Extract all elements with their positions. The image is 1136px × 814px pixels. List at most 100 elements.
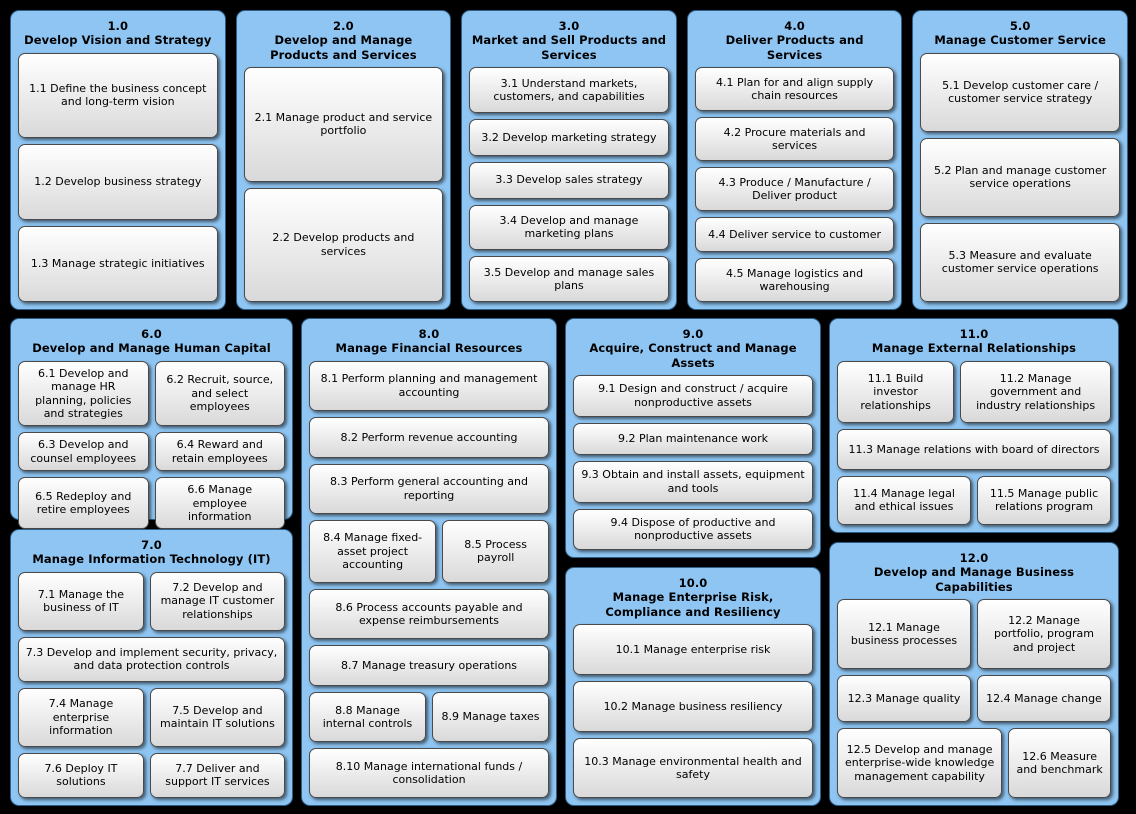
process-label: 1.2 Develop business strategy [34, 175, 202, 189]
category-number: 7.0 [141, 538, 162, 552]
category-number: 9.0 [682, 327, 704, 341]
process-box-10-3[interactable]: 10.3 Manage environmental health and saf… [573, 738, 813, 798]
category-panel-12[interactable]: 12.0 Develop and Manage Business Capabil… [829, 542, 1119, 806]
category-header-7: 7.0 Manage Information Technology (IT) [18, 535, 285, 572]
process-box-7-3[interactable]: 7.3 Develop and implement security, priv… [18, 636, 285, 682]
process-box-8-5[interactable]: 8.5 Process payroll [442, 519, 549, 584]
process-row: 4.3 Produce / Manufacture / Deliver prod… [694, 167, 895, 211]
category-header-8: 8.0 Manage Financial Resources [309, 324, 549, 361]
process-box-5-2[interactable]: 5.2 Plan and manage customer service ope… [920, 137, 1120, 217]
category-panel-10[interactable]: 10.0 Manage Enterprise Risk, Compliance … [565, 567, 821, 806]
category-title: Deliver Products and Services [725, 33, 864, 62]
process-label: 7.7 Deliver and support IT services [165, 761, 270, 789]
category-header-5: 5.0 Manage Customer Service [920, 16, 1120, 53]
process-row: 10.2 Manage business resiliency [573, 681, 813, 733]
process-box-8-4[interactable]: 8.4 Manage fixed-asset project accountin… [309, 519, 437, 584]
management-column-financial: 8.0 Manage Financial Resources 8.1 Perfo… [301, 318, 557, 806]
process-box-4-2[interactable]: 4.2 Procure materials and services [694, 117, 895, 161]
process-box-9-3[interactable]: 9.3 Obtain and install assets, equipment… [573, 461, 813, 503]
process-box-3-5[interactable]: 3.5 Develop and manage sales plans [469, 256, 669, 303]
process-label: 5.1 Develop customer care / customer ser… [942, 78, 1099, 106]
process-box-6-6[interactable]: 6.6 Manage employee information [154, 477, 285, 530]
category-panel-5[interactable]: 5.0 Manage Customer Service 5.1 Develop … [912, 10, 1128, 310]
process-box-8-7[interactable]: 8.7 Manage treasury operations [309, 645, 549, 687]
process-box-6-4[interactable]: 6.4 Reward and retain employees [154, 432, 285, 472]
category-panel-3[interactable]: 3.0 Market and Sell Products and Service… [461, 10, 677, 310]
process-box-12-4[interactable]: 12.4 Manage change [977, 674, 1111, 723]
process-box-7-6[interactable]: 7.6 Deploy IT solutions [18, 752, 144, 798]
process-box-8-2[interactable]: 8.2 Perform revenue accounting [309, 416, 549, 458]
process-box-11-2[interactable]: 11.2 Manage government and industry rela… [960, 360, 1111, 424]
process-box-11-4[interactable]: 11.4 Manage legal and ethical issues [837, 475, 971, 525]
category-panel-11[interactable]: 11.0 Manage External Relationships 11.1 … [829, 318, 1119, 533]
category-panel-4[interactable]: 4.0 Deliver Products and Services 4.1 Pl… [686, 10, 903, 310]
process-box-4-3[interactable]: 4.3 Produce / Manufacture / Deliver prod… [694, 167, 895, 211]
category-title: Develop and Manage Products and Services [270, 33, 417, 62]
process-box-6-5[interactable]: 6.5 Redeploy and retire employees [18, 477, 149, 530]
process-box-11-3[interactable]: 11.3 Manage relations with board of dire… [837, 429, 1111, 470]
process-label: 12.4 Manage change [986, 691, 1102, 705]
process-box-7-2[interactable]: 7.2 Develop and manage IT customer relat… [149, 571, 285, 631]
process-row: 7.4 Manage enterprise information 7.5 De… [18, 687, 285, 747]
process-box-12-6[interactable]: 12.6 Measure and benchmark [1008, 728, 1111, 799]
process-box-11-1[interactable]: 11.1 Build investor relationships [837, 360, 955, 424]
process-box-9-2[interactable]: 9.2 Plan maintenance work [573, 422, 813, 456]
process-box-3-3[interactable]: 3.3 Develop sales strategy [469, 161, 669, 199]
category-panel-6[interactable]: 6.0 Develop and Manage Human Capital 6.1… [10, 318, 293, 530]
process-box-2-1[interactable]: 2.1 Manage product and service portfolio [243, 67, 444, 182]
category-header-4: 4.0 Deliver Products and Services [695, 16, 895, 67]
category-panel-7[interactable]: 7.0 Manage Information Technology (IT) 7… [10, 529, 293, 806]
process-box-4-1[interactable]: 4.1 Plan for and align supply chain reso… [694, 67, 895, 112]
process-box-12-3[interactable]: 12.3 Manage quality [837, 674, 971, 723]
process-label: 3.4 Develop and manage marketing plans [499, 214, 639, 241]
process-box-10-2[interactable]: 10.2 Manage business resiliency [573, 681, 813, 733]
category-body-9: 9.1 Design and construct / acquire nonpr… [573, 375, 813, 550]
process-box-6-3[interactable]: 6.3 Develop and counsel employees [18, 432, 149, 472]
process-box-1-3[interactable]: 1.3 Manage strategic initiatives [18, 225, 218, 302]
process-box-7-1[interactable]: 7.1 Manage the business of IT [18, 571, 144, 631]
process-box-7-7[interactable]: 7.7 Deliver and support IT services [149, 752, 285, 798]
process-box-8-10[interactable]: 8.10 Manage international funds / consol… [309, 748, 549, 799]
process-box-1-1[interactable]: 1.1 Define the business concept and long… [18, 52, 218, 138]
process-box-8-1[interactable]: 8.1 Perform planning and management acco… [309, 360, 549, 411]
process-box-9-1[interactable]: 9.1 Design and construct / acquire nonpr… [573, 375, 813, 417]
process-box-9-4[interactable]: 9.4 Dispose of productive and nonproduct… [573, 508, 813, 550]
process-box-3-2[interactable]: 3.2 Develop marketing strategy [469, 118, 669, 156]
process-box-1-2[interactable]: 1.2 Develop business strategy [18, 143, 218, 220]
process-box-6-2[interactable]: 6.2 Recruit, source, and select employee… [154, 360, 285, 427]
category-title: Manage Information Technology (IT) [32, 552, 271, 567]
process-label: 3.5 Develop and manage sales plans [483, 265, 655, 293]
category-panel-2[interactable]: 2.0 Develop and Manage Products and Serv… [235, 10, 452, 310]
process-box-6-1[interactable]: 6.1 Develop and manage HR planning, poli… [18, 360, 149, 427]
category-panel-1[interactable]: 1.0 Develop Vision and Strategy 1.1 Defi… [10, 10, 226, 310]
process-box-3-4[interactable]: 3.4 Develop and manage marketing plans [469, 204, 669, 251]
process-box-8-3[interactable]: 8.3 Perform general accounting and repor… [309, 463, 549, 514]
process-box-12-1[interactable]: 12.1 Manage business processes [837, 599, 971, 669]
process-box-12-5[interactable]: 12.5 Develop and manage enterprise-wide … [837, 728, 1003, 799]
process-box-4-5[interactable]: 4.5 Manage logistics and warehousing [694, 258, 895, 302]
category-panel-8[interactable]: 8.0 Manage Financial Resources 8.1 Perfo… [301, 318, 557, 806]
category-number: 5.0 [1009, 19, 1031, 33]
process-box-8-9[interactable]: 8.9 Manage taxes [432, 692, 549, 743]
process-box-12-2[interactable]: 12.2 Manage portfolio, program and proje… [977, 599, 1111, 669]
process-box-8-8[interactable]: 8.8 Manage internal controls [309, 692, 426, 743]
process-box-7-4[interactable]: 7.4 Manage enterprise information [18, 687, 144, 747]
process-row: 3.1 Understand markets, customers, and c… [469, 67, 669, 113]
process-box-3-1[interactable]: 3.1 Understand markets, customers, and c… [469, 67, 669, 113]
process-label: 11.5 Manage public relations program [989, 486, 1099, 514]
process-box-4-4[interactable]: 4.4 Deliver service to customer [694, 216, 895, 253]
process-label: 8.7 Manage treasury operations [340, 658, 518, 672]
category-body-12: 12.1 Manage business processes 12.2 Mana… [837, 599, 1111, 799]
process-label: 4.2 Procure materials and services [723, 125, 866, 153]
category-title: Manage Customer Service [934, 33, 1106, 48]
process-box-8-6[interactable]: 8.6 Process accounts payable and expense… [309, 589, 549, 640]
process-row: 8.8 Manage internal controls 8.9 Manage … [309, 692, 549, 743]
process-box-2-2[interactable]: 2.2 Develop products and services [243, 187, 444, 302]
category-panel-9[interactable]: 9.0 Acquire, Construct and Manage Assets… [565, 318, 821, 558]
process-box-11-5[interactable]: 11.5 Manage public relations program [977, 475, 1111, 525]
process-row: 7.1 Manage the business of IT 7.2 Develo… [18, 571, 285, 631]
process-box-7-5[interactable]: 7.5 Develop and maintain IT solutions [149, 687, 285, 747]
process-box-10-1[interactable]: 10.1 Manage enterprise risk [573, 624, 813, 676]
process-box-5-3[interactable]: 5.3 Measure and evaluate customer servic… [920, 222, 1120, 302]
process-box-5-1[interactable]: 5.1 Develop customer care / customer ser… [920, 52, 1120, 132]
